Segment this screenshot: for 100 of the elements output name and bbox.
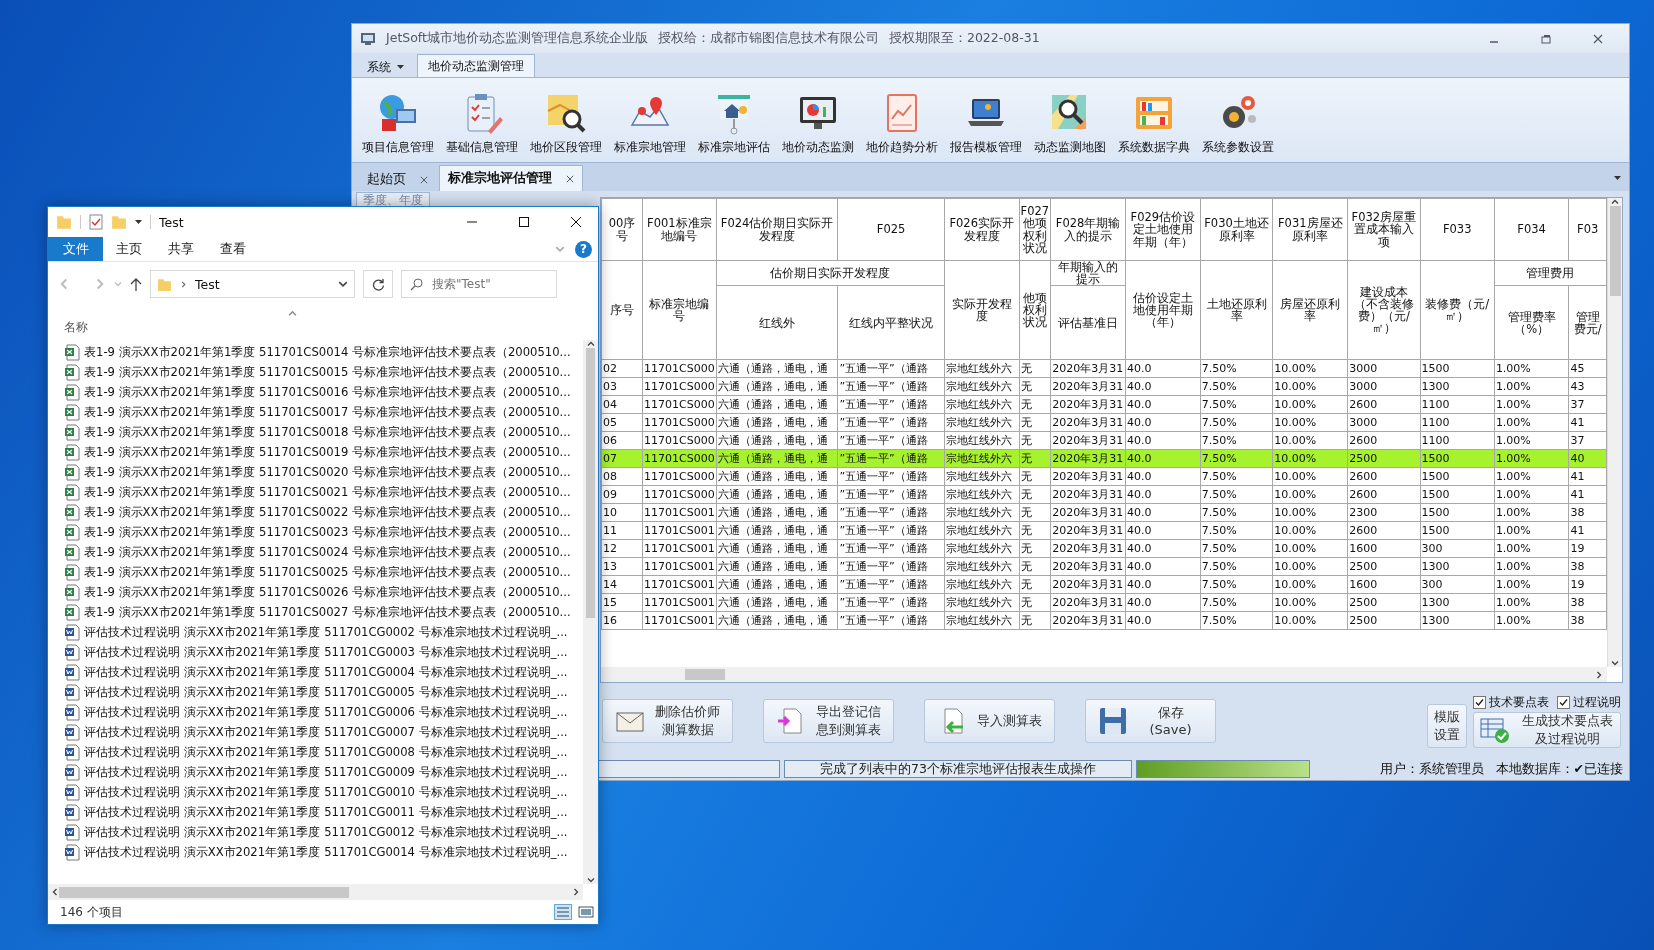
scroll-thumb[interactable] — [59, 886, 349, 898]
scroll-thumb[interactable] — [1609, 206, 1621, 296]
table-cell: 11701CS000 — [642, 431, 717, 450]
table-cell: 1500 — [1420, 521, 1495, 540]
file-item[interactable]: 评估技术过程说明 演示XX市2021年第1季度 511701CG0005 号标准宗地技术过程说明_... — [48, 682, 583, 702]
ribbon-button[interactable]: 基础信息管理 — [440, 80, 524, 160]
table-cell: 2020年3月31 — [1050, 395, 1126, 414]
action-button[interactable]: 导出登记信息到测算表 — [763, 698, 894, 743]
menu-button[interactable]: 系统 — [356, 56, 415, 77]
vertical-scrollbar[interactable] — [1607, 198, 1622, 667]
table-cell: 2020年3月31 — [1050, 593, 1126, 612]
properties-icon[interactable] — [89, 214, 103, 230]
file-item[interactable]: 表1-9 演示XX市2021年第1季度 511701CS0015 号标准宗地评估技术要点表（2000510... — [48, 362, 583, 382]
ribbon-button[interactable]: 系统参数设置 — [1196, 80, 1280, 160]
file-item[interactable]: 表1-9 演示XX市2021年第1季度 511701CS0024 号标准宗地评估技术要点表（2000510... — [48, 542, 583, 562]
ribbon-button[interactable]: 动态监测地图 — [1028, 80, 1112, 160]
action-button[interactable]: 导入测算表 — [924, 698, 1055, 743]
thumbnail-view-icon[interactable] — [578, 905, 594, 919]
forward-icon — [94, 278, 106, 290]
close-icon[interactable] — [1593, 33, 1603, 44]
ribbon-button[interactable]: 项目信息管理 — [356, 80, 440, 160]
scroll-thumb[interactable] — [586, 348, 595, 618]
file-item[interactable]: 表1-9 演示XX市2021年第1季度 511701CS0014 号标准宗地评估技术要点表（2000510... — [48, 342, 583, 362]
ribbon-button[interactable]: 系统数据字典 — [1112, 80, 1196, 160]
file-item[interactable]: 评估技术过程说明 演示XX市2021年第1季度 511701CG0002 号标准宗地技术过程说明_... — [48, 622, 583, 642]
column-header[interactable]: 名称 — [64, 319, 88, 336]
details-view-icon[interactable] — [554, 904, 572, 920]
search-field[interactable]: 搜索"Test" — [401, 270, 557, 298]
file-item[interactable]: 评估技术过程说明 演示XX市2021年第1季度 511701CG0006 号标准宗地技术过程说明_... — [48, 702, 583, 722]
restore-icon[interactable] — [1541, 33, 1551, 44]
table-cell: 宗地红线外六 — [944, 449, 1020, 468]
ribbon-button[interactable]: 报告模板管理 — [944, 80, 1028, 160]
spreadsheet-file-icon — [64, 403, 80, 421]
ribbon-tab[interactable]: 主页 — [103, 237, 155, 261]
file-item[interactable]: 表1-9 演示XX市2021年第1季度 511701CS0020 号标准宗地评估技术要点表（2000510... — [48, 462, 583, 482]
file-item[interactable]: 评估技术过程说明 演示XX市2021年第1季度 511701CG0004 号标准宗地技术过程说明_... — [48, 662, 583, 682]
close-icon[interactable] — [566, 174, 574, 183]
table-cell: 宗地红线外六 — [944, 485, 1020, 504]
file-item[interactable]: 评估技术过程说明 演示XX市2021年第1季度 511701CG0010 号标准宗地技术过程说明_... — [48, 782, 583, 802]
generate-button[interactable]: 生成技术要点表及过程说明 — [1473, 711, 1621, 748]
horizontal-scrollbar[interactable] — [48, 884, 583, 900]
ribbon-tab[interactable]: 查看 — [207, 237, 259, 261]
table-cell: 1500 — [1420, 467, 1495, 486]
document-tab[interactable]: 起始页 — [358, 167, 437, 191]
file-item[interactable]: 表1-9 演示XX市2021年第1季度 511701CS0021 号标准宗地评估技术要点表（2000510... — [48, 482, 583, 502]
caret-icon — [135, 220, 142, 224]
file-item[interactable]: 表1-9 演示XX市2021年第1季度 511701CS0025 号标准宗地评估技术要点表（2000510... — [48, 562, 583, 582]
table-cell: 38 — [1568, 503, 1607, 522]
file-item[interactable]: 评估技术过程说明 演示XX市2021年第1季度 511701CG0012 号标准宗地技术过程说明_... — [48, 822, 583, 842]
file-item[interactable]: 评估技术过程说明 演示XX市2021年第1季度 511701CG0009 号标准宗地技术过程说明_... — [48, 762, 583, 782]
file-item[interactable]: 表1-9 演示XX市2021年第1季度 511701CS0027 号标准宗地评估技术要点表（2000510... — [48, 602, 583, 622]
refresh-button[interactable] — [363, 270, 393, 298]
table-cell: 宗地红线外六 — [944, 467, 1020, 486]
help-button[interactable]: ? — [575, 240, 592, 258]
file-item[interactable]: 表1-9 演示XX市2021年第1季度 511701CS0019 号标准宗地评估技术要点表（2000510... — [48, 442, 583, 462]
file-item[interactable]: 评估技术过程说明 演示XX市2021年第1季度 511701CG0008 号标准宗地技术过程说明_... — [48, 742, 583, 762]
ribbon-button[interactable]: 地价区段管理 — [524, 80, 608, 160]
template-settings-button[interactable]: 模版设置 — [1427, 703, 1467, 748]
word-file-icon — [64, 723, 80, 741]
table-cell: 六通（通路，通电，通 — [716, 575, 838, 594]
ribbon-button[interactable]: 标准宗地评估 — [692, 80, 776, 160]
ribbon-button[interactable]: 地价动态监测 — [776, 80, 860, 160]
file-item[interactable]: 表1-9 演示XX市2021年第1季度 511701CS0016 号标准宗地评估技术要点表（2000510... — [48, 382, 583, 402]
file-item[interactable]: 评估技术过程说明 演示XX市2021年第1季度 511701CG0003 号标准宗地技术过程说明_... — [48, 642, 583, 662]
file-item[interactable]: 表1-9 演示XX市2021年第1季度 511701CS0017 号标准宗地评估技术要点表（2000510... — [48, 402, 583, 422]
spreadsheet-file-icon — [64, 443, 80, 461]
up-arrow-icon[interactable] — [130, 277, 142, 291]
file-item[interactable]: 表1-9 演示XX市2021年第1季度 511701CS0023 号标准宗地评估技术要点表（2000510... — [48, 522, 583, 542]
file-item[interactable]: 表1-9 演示XX市2021年第1季度 511701CS0026 号标准宗地评估技术要点表（2000510... — [48, 582, 583, 602]
scroll-thumb[interactable] — [685, 669, 725, 680]
ribbon-tab[interactable]: 文件 — [48, 237, 103, 261]
action-button[interactable]: 保存 (Save) — [1085, 698, 1216, 743]
table-cell: 3000 — [1347, 413, 1421, 432]
table-cell: 2500 — [1347, 593, 1421, 612]
column-header: F001标准宗地编号 — [642, 198, 717, 261]
close-icon[interactable] — [420, 175, 428, 184]
table-cell: 2600 — [1347, 485, 1421, 504]
table-cell: 7.50% — [1200, 359, 1273, 378]
file-item[interactable]: 评估技术过程说明 演示XX市2021年第1季度 511701CG0014 号标准宗地技术过程说明_... — [48, 842, 583, 862]
file-item[interactable]: 表1-9 演示XX市2021年第1季度 511701CS0018 号标准宗地评估技术要点表（2000510... — [48, 422, 583, 442]
vertical-scrollbar[interactable] — [583, 340, 598, 884]
table-cell: 1500 — [1420, 359, 1495, 378]
file-item[interactable]: 评估技术过程说明 演示XX市2021年第1季度 511701CG0011 号标准宗地技术过程说明_... — [48, 802, 583, 822]
document-tab[interactable]: 标准宗地评估管理 — [439, 165, 583, 191]
column-header: 装修费（元/㎡） — [1420, 260, 1495, 360]
table-cell: 7.50% — [1200, 593, 1273, 612]
action-button[interactable]: 删除估价师测算数据 — [602, 698, 733, 743]
checkbox[interactable] — [1557, 695, 1570, 709]
checkbox[interactable] — [1473, 695, 1486, 709]
address-bar[interactable]: Test — [150, 270, 355, 298]
table-cell: 1.00% — [1494, 467, 1569, 486]
file-item[interactable]: 表1-9 演示XX市2021年第1季度 511701CS0022 号标准宗地评估技术要点表（2000510... — [48, 502, 583, 522]
ribbon-button[interactable]: 地价趋势分析 — [860, 80, 944, 160]
file-item[interactable]: 评估技术过程说明 演示XX市2021年第1季度 511701CG0007 号标准宗地技术过程说明_... — [48, 722, 583, 742]
table-cell: 10.00% — [1272, 377, 1348, 396]
ribbon-button[interactable]: 标准宗地管理 — [608, 80, 692, 160]
table-cell: 11701CS001 — [642, 521, 717, 540]
ribbon-tab[interactable]: 地价动态监测管理 — [417, 54, 535, 77]
horizontal-scrollbar[interactable] — [601, 667, 1607, 682]
ribbon-tab[interactable]: 共享 — [155, 237, 207, 261]
